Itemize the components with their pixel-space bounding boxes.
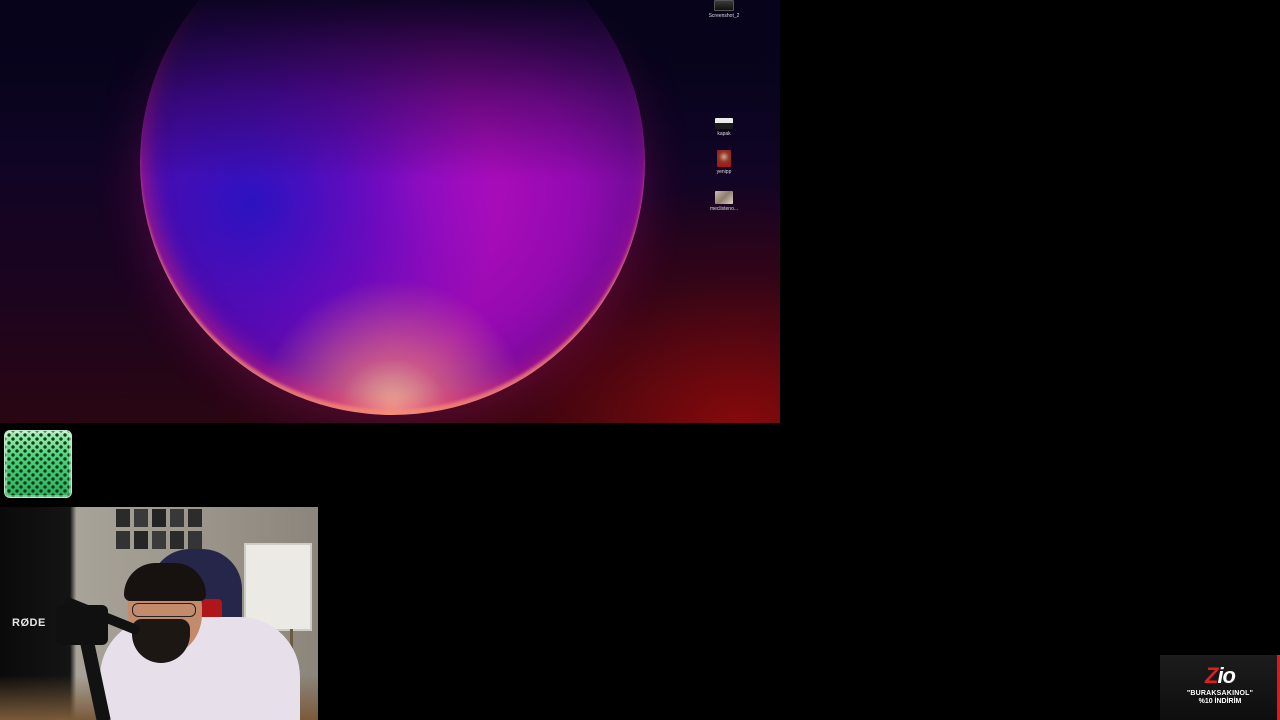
glasses [132, 603, 196, 617]
image-file-icon [715, 191, 733, 204]
sponsor-logo-mark: Z [1204, 663, 1218, 688]
webcam-overlay: RØDE [0, 507, 318, 720]
desktop-icon-kapak[interactable]: kapak [704, 118, 744, 137]
desktop-icon-screenshot[interactable]: Screenshot_2 [704, 0, 744, 19]
wallpaper-orb [140, 0, 645, 415]
desktop-screen-capture: Screenshot_2 kapak yenipp meclisteno... [0, 0, 780, 423]
animated-sticker-widget [4, 430, 72, 498]
wall-photo-frames [116, 509, 212, 549]
desktop-icon-label: meclisteno... [709, 206, 739, 212]
streamer-hair [124, 563, 206, 601]
desktop-icon-yenipp[interactable]: yenipp [704, 150, 744, 175]
sponsor-banner: Zio "BURAKSAKINOL" %10 İNDİRİM [1160, 655, 1280, 720]
mic-brand-label: RØDE [12, 617, 46, 629]
discount-text: %10 İNDİRİM [1198, 698, 1242, 705]
desktop-icon-label: Screenshot_2 [708, 13, 740, 19]
image-file-icon [714, 0, 734, 11]
sponsor-logo: Zio [1160, 665, 1280, 687]
promo-code: "BURAKSAKINOL" [1186, 690, 1254, 697]
image-file-icon [715, 118, 733, 129]
desktop-icon-label: kapak [717, 131, 731, 137]
microphone [56, 605, 108, 645]
desktop-icon-meclisteno[interactable]: meclisteno... [704, 191, 744, 212]
sponsor-logo-text: io [1217, 663, 1236, 688]
image-file-icon [717, 150, 731, 167]
desktop-icon-label: yenipp [716, 169, 732, 175]
